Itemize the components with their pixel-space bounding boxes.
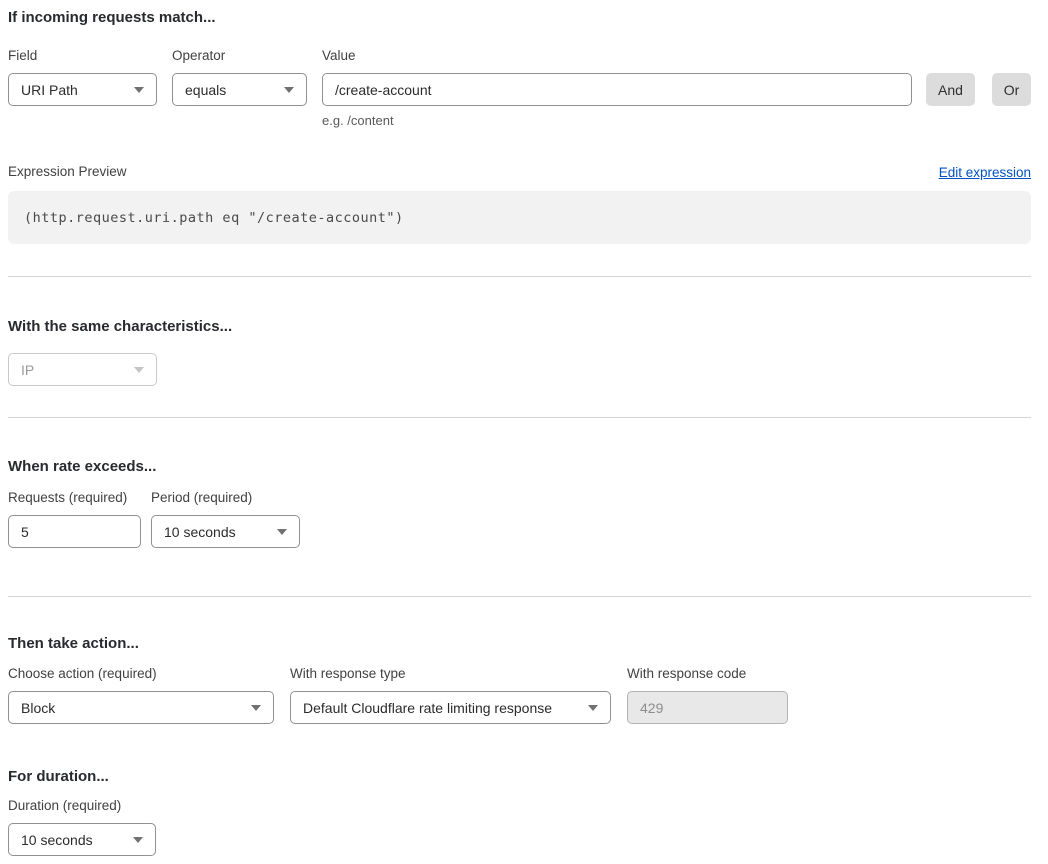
duration-section-heading: For duration... bbox=[8, 767, 1031, 787]
rate-limiting-rule-form: If incoming requests match... Field URI … bbox=[0, 0, 1048, 864]
requests-group: Requests (required) bbox=[8, 490, 141, 548]
field-label: Field bbox=[8, 48, 157, 64]
period-select-value: 10 seconds bbox=[164, 524, 236, 540]
chevron-down-icon bbox=[588, 705, 598, 711]
response-type-group: With response type Default Cloudflare ra… bbox=[290, 666, 611, 724]
period-select[interactable]: 10 seconds bbox=[151, 515, 300, 548]
response-type-select-value: Default Cloudflare rate limiting respons… bbox=[303, 700, 552, 716]
duration-select[interactable]: 10 seconds bbox=[8, 823, 156, 856]
match-controls-row: Field URI Path Operator equals Value And… bbox=[8, 48, 1031, 106]
characteristics-section-heading: With the same characteristics... bbox=[8, 317, 1031, 337]
or-button[interactable]: Or bbox=[992, 73, 1031, 106]
characteristic-select-value: IP bbox=[21, 362, 34, 378]
duration-group: Duration (required) 10 seconds bbox=[8, 798, 156, 856]
operator-label: Operator bbox=[172, 48, 307, 64]
rate-section-heading: When rate exceeds... bbox=[8, 457, 1031, 477]
edit-expression-link[interactable]: Edit expression bbox=[939, 165, 1031, 180]
value-group: Value bbox=[322, 48, 912, 106]
expression-preview-box: (http.request.uri.path eq "/create-accou… bbox=[8, 191, 1031, 244]
response-code-label: With response code bbox=[627, 666, 788, 682]
field-select[interactable]: URI Path bbox=[8, 73, 157, 106]
response-code-input bbox=[627, 691, 788, 724]
expression-preview-header: Expression Preview Edit expression bbox=[8, 164, 1031, 180]
requests-label: Requests (required) bbox=[8, 490, 141, 506]
section-divider bbox=[8, 596, 1031, 597]
period-label: Period (required) bbox=[151, 490, 300, 506]
choose-action-label: Choose action (required) bbox=[8, 666, 274, 682]
operator-group: Operator equals bbox=[172, 48, 307, 106]
duration-select-value: 10 seconds bbox=[21, 832, 93, 848]
value-helper-text: e.g. /content bbox=[322, 113, 1031, 128]
choose-action-select[interactable]: Block bbox=[8, 691, 274, 724]
choose-action-group: Choose action (required) Block bbox=[8, 666, 274, 724]
response-type-label: With response type bbox=[290, 666, 611, 682]
and-button[interactable]: And bbox=[926, 73, 975, 106]
requests-input[interactable] bbox=[8, 515, 141, 548]
chevron-down-icon bbox=[134, 87, 144, 93]
response-type-select[interactable]: Default Cloudflare rate limiting respons… bbox=[290, 691, 611, 724]
chevron-down-icon bbox=[284, 87, 294, 93]
field-group: Field URI Path bbox=[8, 48, 157, 106]
value-input[interactable] bbox=[322, 73, 912, 106]
duration-label: Duration (required) bbox=[8, 798, 156, 814]
operator-select[interactable]: equals bbox=[172, 73, 307, 106]
response-code-group: With response code bbox=[627, 666, 788, 724]
field-select-value: URI Path bbox=[21, 82, 78, 98]
choose-action-select-value: Block bbox=[21, 700, 55, 716]
action-section-heading: Then take action... bbox=[8, 634, 1031, 654]
expression-preview-label: Expression Preview bbox=[8, 164, 127, 180]
expression-preview-text: (http.request.uri.path eq "/create-accou… bbox=[24, 210, 404, 226]
match-section-heading: If incoming requests match... bbox=[8, 8, 1031, 28]
value-label: Value bbox=[322, 48, 912, 64]
characteristic-select[interactable]: IP bbox=[8, 353, 157, 386]
section-divider bbox=[8, 276, 1031, 277]
period-group: Period (required) 10 seconds bbox=[151, 490, 300, 548]
chevron-down-icon bbox=[134, 367, 144, 373]
rate-controls-row: Requests (required) Period (required) 10… bbox=[8, 490, 1031, 548]
action-controls-row: Choose action (required) Block With resp… bbox=[8, 666, 1031, 724]
chevron-down-icon bbox=[277, 529, 287, 535]
operator-select-value: equals bbox=[185, 82, 226, 98]
section-divider bbox=[8, 417, 1031, 418]
chevron-down-icon bbox=[251, 705, 261, 711]
